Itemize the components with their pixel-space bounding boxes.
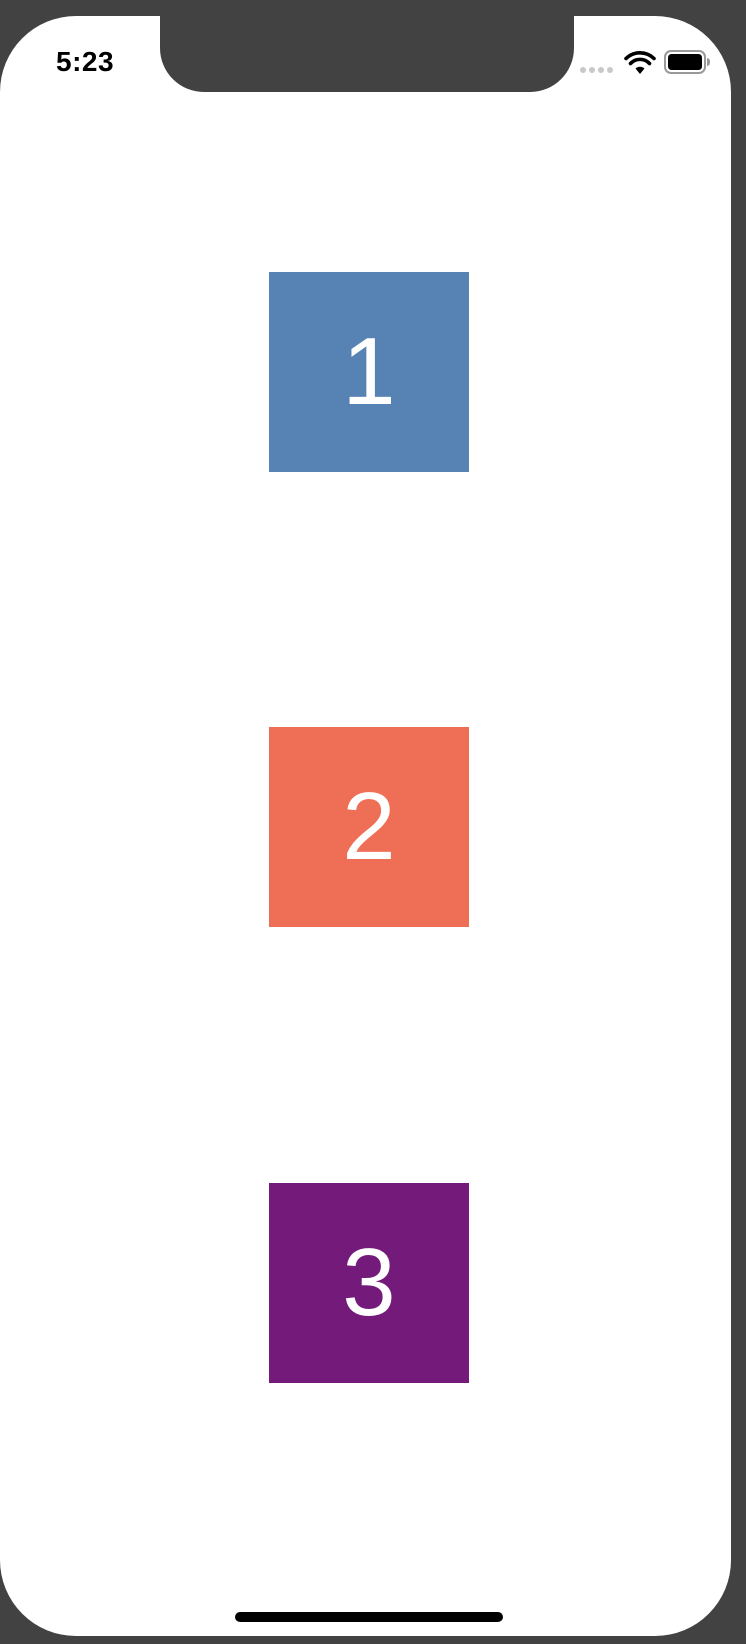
cellular-dots-icon: [580, 67, 613, 73]
screen: 5:23 1 2 3: [0, 16, 731, 1636]
tile-3[interactable]: 3: [269, 1183, 469, 1383]
notch: [160, 16, 574, 92]
status-time: 5:23: [56, 46, 115, 77]
battery-icon: [664, 50, 710, 74]
wifi-icon: [624, 51, 656, 74]
tile-2[interactable]: 2: [269, 727, 469, 927]
tile-1-label: 1: [342, 318, 396, 425]
tile-2-label: 2: [342, 773, 396, 880]
home-indicator[interactable]: [235, 1612, 503, 1622]
tile-3-label: 3: [342, 1229, 396, 1336]
device-frame: 5:23 1 2 3: [0, 0, 746, 1644]
tile-1[interactable]: 1: [269, 272, 469, 472]
